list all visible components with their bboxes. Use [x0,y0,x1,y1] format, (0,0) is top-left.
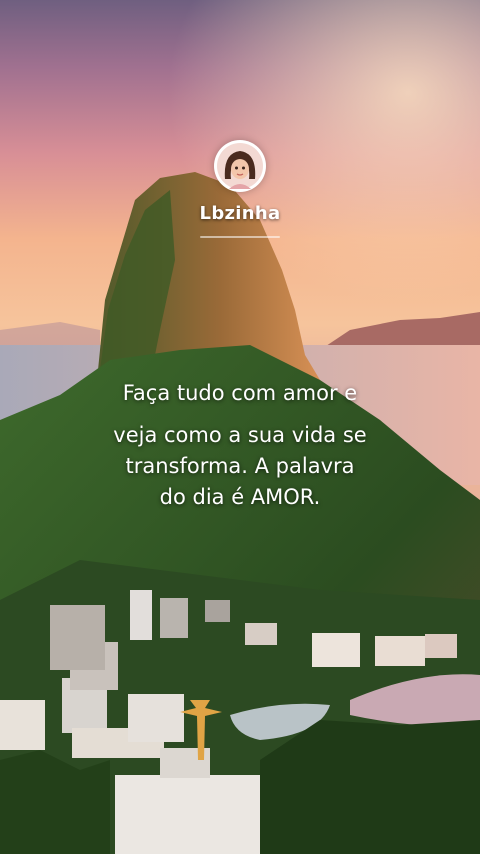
avatar-icon [217,143,263,189]
quote-line-2: veja como a sua vida se [113,423,367,447]
story-view: Lbzinha Faça tudo com amor e veja como a… [0,0,480,854]
quote-line-1: Faça tudo com amor e [122,381,358,405]
username-label[interactable]: Lbzinha [0,203,480,224]
username-divider [200,236,280,238]
quote-line-4: do dia é AMOR. [159,485,321,509]
quote-line-3: transforma. A palavra [125,454,355,478]
avatar[interactable] [214,140,266,192]
